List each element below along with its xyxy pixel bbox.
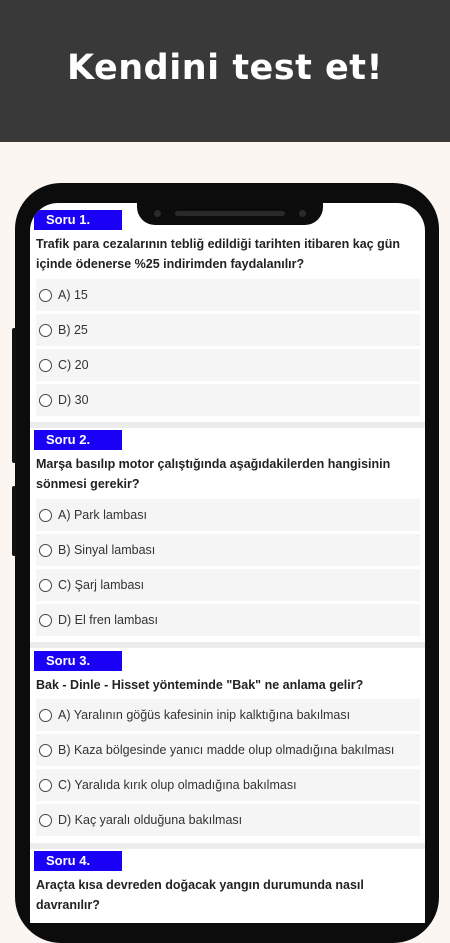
phone-screen: Soru 1. Trafik para cezalarının tebliğ e… [30,203,425,923]
divider [30,843,425,849]
radio-icon[interactable] [39,508,52,522]
camera-icon [154,210,161,217]
answer-option[interactable]: B) 25 [36,314,420,346]
radio-icon[interactable] [39,393,52,407]
question-number-badge: Soru 3. [34,651,122,671]
phone-mockup: Soru 1. Trafik para cezalarının tebliğ e… [12,183,439,943]
phone-side-button [12,328,16,463]
question-number-badge: Soru 1. [34,210,122,230]
question-text: Araçta kısa devreden doğacak yangın duru… [36,878,364,912]
answer-option[interactable]: B) Sinyal lambası [36,534,420,566]
banner-title: Kendini test et! [67,48,383,88]
question-number-badge: Soru 4. [34,851,122,871]
answer-option[interactable]: B) Kaza bölgesinde yanıcı madde olup olm… [36,734,420,766]
radio-icon[interactable] [39,813,52,827]
answer-option-label: D) El fren lambası [58,613,159,627]
answer-option-label: B) Sinyal lambası [58,543,156,557]
question-text: Bak - Dinle - Hisset yönteminde "Bak" ne… [36,678,364,692]
answer-option-label: A) 15 [58,288,88,302]
answer-option[interactable]: D) El fren lambası [36,604,420,636]
divider [30,642,425,648]
header-banner: Kendini test et! [0,0,450,142]
answer-option[interactable]: C) Şarj lambası [36,569,420,601]
speaker-grille [175,211,285,216]
radio-icon[interactable] [39,323,52,337]
radio-icon[interactable] [39,613,52,627]
question-number-badge: Soru 2. [34,430,122,450]
radio-icon[interactable] [39,578,52,592]
answer-option-label: C) Yaralıda kırık olup olmadığına bakılm… [58,778,297,792]
answer-option-label: A) Park lambası [58,508,147,522]
answer-option[interactable]: D) 30 [36,384,420,416]
divider [30,422,425,428]
radio-icon[interactable] [39,778,52,792]
answer-option-label: D) 30 [58,393,89,407]
answer-option[interactable]: A) 15 [36,279,420,311]
answer-option-label: C) 20 [58,358,89,372]
answer-option[interactable]: A) Yaralının göğüs kafesinin inip kalktı… [36,699,420,731]
question-text: Trafik para cezalarının tebliğ edildiği … [36,237,400,271]
answer-option-label: D) Kaç yaralı olduğuna bakılması [58,813,243,827]
radio-icon[interactable] [39,543,52,557]
answer-option-label: C) Şarj lambası [58,578,145,592]
phone-side-button [12,486,16,556]
answer-option[interactable]: C) Yaralıda kırık olup olmadığına bakılm… [36,769,420,801]
answer-option-label: B) 25 [58,323,88,337]
sensor-icon [299,210,306,217]
radio-icon[interactable] [39,358,52,372]
answer-option-label: A) Yaralının göğüs kafesinin inip kalktı… [58,708,351,722]
radio-icon[interactable] [39,288,52,302]
question-text: Marşa basılıp motor çalıştığında aşağıda… [36,457,391,491]
answer-option-label: B) Kaza bölgesinde yanıcı madde olup olm… [58,743,395,757]
radio-icon[interactable] [39,708,52,722]
phone-notch [137,203,323,225]
answer-option[interactable]: A) Park lambası [36,499,420,531]
answer-option[interactable]: C) 20 [36,349,420,381]
answer-option[interactable]: D) Kaç yaralı olduğuna bakılması [36,804,420,836]
radio-icon[interactable] [39,743,52,757]
